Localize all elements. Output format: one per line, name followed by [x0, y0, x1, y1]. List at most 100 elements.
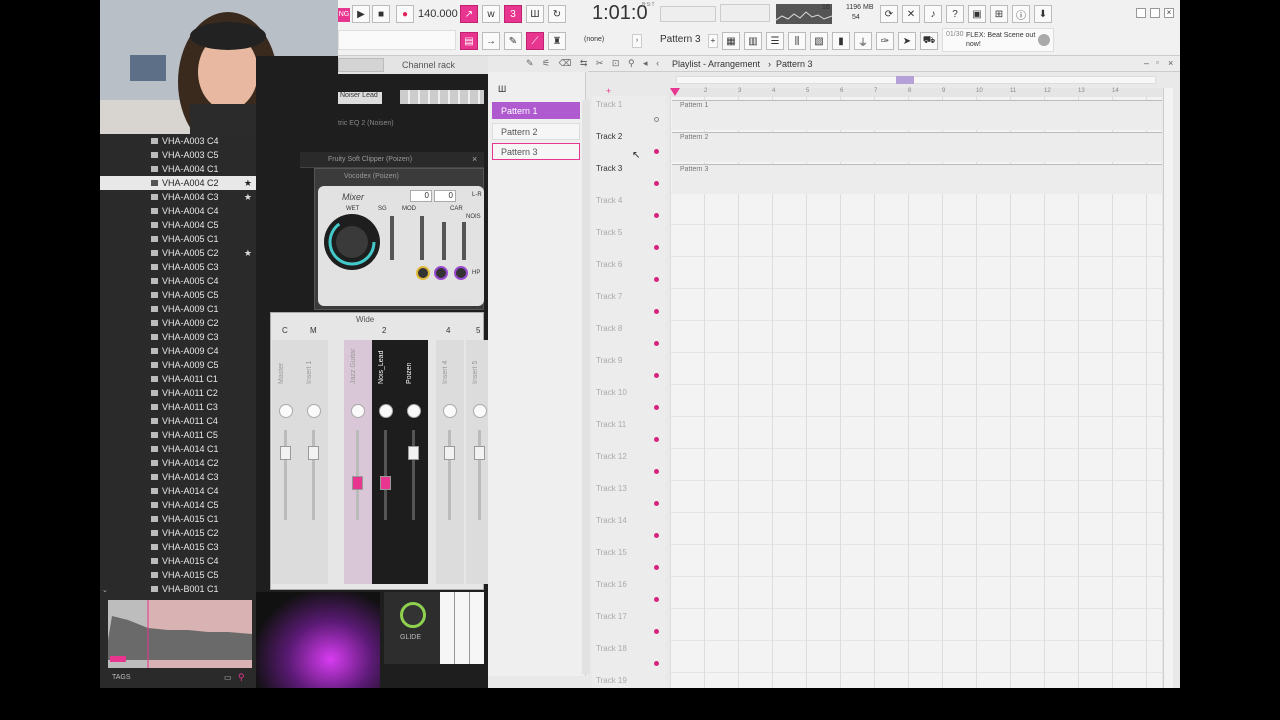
pencil-tool-icon[interactable]: ✎ — [504, 32, 522, 50]
track-mute-dot[interactable] — [654, 373, 659, 378]
pattern-item[interactable]: Pattern 2 — [492, 122, 580, 140]
piano-roll-icon[interactable]: ▥ — [744, 32, 762, 50]
star-icon[interactable]: ★ — [244, 176, 252, 190]
shop-icon[interactable]: ⛟ — [920, 32, 938, 50]
vocodex-fader-2[interactable] — [420, 216, 424, 260]
mixer-channel[interactable]: M Insert 1 — [300, 326, 328, 584]
browser-item[interactable]: VHA-A014 C1 — [100, 442, 256, 456]
stop-button[interactable]: ■ — [372, 5, 390, 23]
playlist-close[interactable]: × — [1168, 58, 1173, 68]
browser-item[interactable]: VHA-A005 C5 — [100, 288, 256, 302]
track-header[interactable]: Track 5 — [596, 226, 660, 258]
pattern-selector-prev[interactable]: › — [632, 34, 642, 48]
mixer-channel[interactable]: Jazz Guitar — [344, 340, 372, 584]
vocodex-fader-1[interactable] — [390, 216, 394, 260]
mixer-pan-knob[interactable] — [407, 404, 421, 418]
close-plugin-icon[interactable]: × — [472, 154, 477, 164]
mixer-fader-cap[interactable] — [380, 476, 391, 490]
pattern-mode-button[interactable]: ▤ — [460, 32, 478, 50]
mixer-view-icon[interactable]: ⫼ — [788, 32, 806, 50]
browser-item[interactable]: VHA-A004 C3 ★ — [100, 190, 256, 204]
record-button[interactable]: ● — [396, 5, 414, 23]
track-mute-dot[interactable] — [654, 469, 659, 474]
pattern-picker-scroll[interactable] — [582, 100, 590, 674]
mixer-volume-fader[interactable] — [448, 430, 451, 520]
browser-item[interactable]: VHA-A014 C4 — [100, 484, 256, 498]
browser-item[interactable]: VHA-A015 C5 — [100, 568, 256, 582]
mixer-channel[interactable]: 2 Nois_Lead — [372, 326, 400, 584]
mixer-pan-knob[interactable] — [473, 404, 487, 418]
browser-item[interactable]: VHA-A015 C4 — [100, 554, 256, 568]
track-mute-dot[interactable] — [654, 597, 659, 602]
plugin-db-icon[interactable]: ⊞ — [990, 5, 1008, 23]
save-icon[interactable]: ▣ — [968, 5, 986, 23]
track-header[interactable]: Track 13 — [596, 482, 660, 514]
browser-item[interactable]: VHA-A014 C3 — [100, 470, 256, 484]
mixer-volume-fader[interactable] — [412, 430, 415, 520]
mixer-volume-fader[interactable] — [284, 430, 287, 520]
track-header[interactable]: Track 19 — [596, 674, 660, 688]
vocodex-fader-3[interactable] — [442, 222, 446, 260]
step-edit-icon[interactable]: Ш — [526, 5, 544, 23]
track-mute-dot[interactable] — [654, 309, 659, 314]
track-header[interactable]: Track 8 — [596, 322, 660, 354]
pattern-item[interactable]: Pattern 3 — [492, 143, 580, 160]
browser-item[interactable]: VHA-A004 C2 ★ — [100, 176, 256, 190]
wait-input-icon[interactable]: w — [482, 5, 500, 23]
search-icon[interactable]: ⚲ — [238, 672, 245, 683]
mixer-volume-fader[interactable] — [356, 430, 359, 520]
close-window-button[interactable]: × — [1164, 8, 1174, 18]
vocodex-knob-purple-1[interactable] — [434, 266, 448, 280]
playlist-icon[interactable]: ▦ — [722, 32, 740, 50]
mixer-volume-fader[interactable] — [384, 430, 387, 520]
countdown-icon[interactable]: 3 — [504, 5, 522, 23]
playlist-clip[interactable]: Pattern 1 — [672, 100, 1162, 130]
track-header[interactable]: Track 6 — [596, 258, 660, 290]
microphone-icon[interactable]: ♪ — [924, 5, 942, 23]
track-header[interactable]: Track 2 — [596, 130, 660, 162]
add-track-button[interactable]: + — [606, 86, 611, 96]
vocodex-wet-knob[interactable] — [322, 212, 382, 272]
browser-item[interactable]: VHA-A011 C3 — [100, 400, 256, 414]
minimize-window-button[interactable] — [1136, 8, 1146, 18]
browser-item[interactable]: VHA-A005 C2 ★ — [100, 246, 256, 260]
touch-controller-icon[interactable]: ✑ — [876, 32, 894, 50]
soft-clipper-title[interactable]: Fruity Soft Clipper (Poizen) — [328, 156, 412, 163]
browser-item[interactable]: VHA-A009 C3 — [100, 330, 256, 344]
vocodex-title[interactable]: Vocodex (Poizen) — [344, 173, 399, 180]
plugin-picker-icon[interactable]: ▮ — [832, 32, 850, 50]
help-icon[interactable]: ? — [946, 5, 964, 23]
track-header[interactable]: Track 7 — [596, 290, 660, 322]
mixer-channel[interactable]: 4 Insert 4 — [436, 326, 464, 584]
browser-item[interactable]: VHA-A011 C2 — [100, 386, 256, 400]
master-pitch-slider[interactable] — [720, 4, 770, 22]
restore-window-button[interactable] — [1150, 8, 1160, 18]
channel-rack-filter[interactable] — [338, 58, 384, 72]
play-button[interactable]: ▶ — [352, 5, 370, 23]
track-header[interactable]: Track 18 — [596, 642, 660, 674]
stamp-tool-icon[interactable]: ♜ — [548, 32, 566, 50]
mixer-channel[interactable]: C Master — [272, 326, 300, 584]
mixer-fader-cap[interactable] — [474, 446, 485, 460]
track-header[interactable]: Track 10 — [596, 386, 660, 418]
track-mute-dot[interactable] — [654, 437, 659, 442]
news-icon[interactable] — [1038, 34, 1050, 46]
pattern-item[interactable]: Pattern 1 — [492, 102, 580, 119]
browser-item[interactable]: VHA-A009 C5 — [100, 358, 256, 372]
track-header[interactable]: Track 4 — [596, 194, 660, 226]
track-header[interactable]: Track 9 — [596, 354, 660, 386]
mixer-pan-knob[interactable] — [307, 404, 321, 418]
track-header[interactable]: Track 16 — [596, 578, 660, 610]
mixer-pan-knob[interactable] — [351, 404, 365, 418]
playlist-minimize[interactable]: – — [1144, 58, 1149, 68]
browser-item[interactable]: VHA-A009 C4 — [100, 344, 256, 358]
browser-item[interactable]: VHA-A015 C1 — [100, 512, 256, 526]
browser-item[interactable]: VHA-A005 C3 — [100, 260, 256, 274]
horizontal-scrollbar[interactable] — [676, 76, 1156, 84]
track-mute-dot[interactable] — [654, 117, 659, 122]
step-sequencer-steps[interactable] — [400, 90, 484, 104]
track-mute-dot[interactable] — [654, 405, 659, 410]
mixer-fader-cap[interactable] — [444, 446, 455, 460]
noise-lead-channel[interactable]: Noiser Lead — [338, 92, 382, 104]
browser-item[interactable]: VHA-A004 C4 — [100, 204, 256, 218]
